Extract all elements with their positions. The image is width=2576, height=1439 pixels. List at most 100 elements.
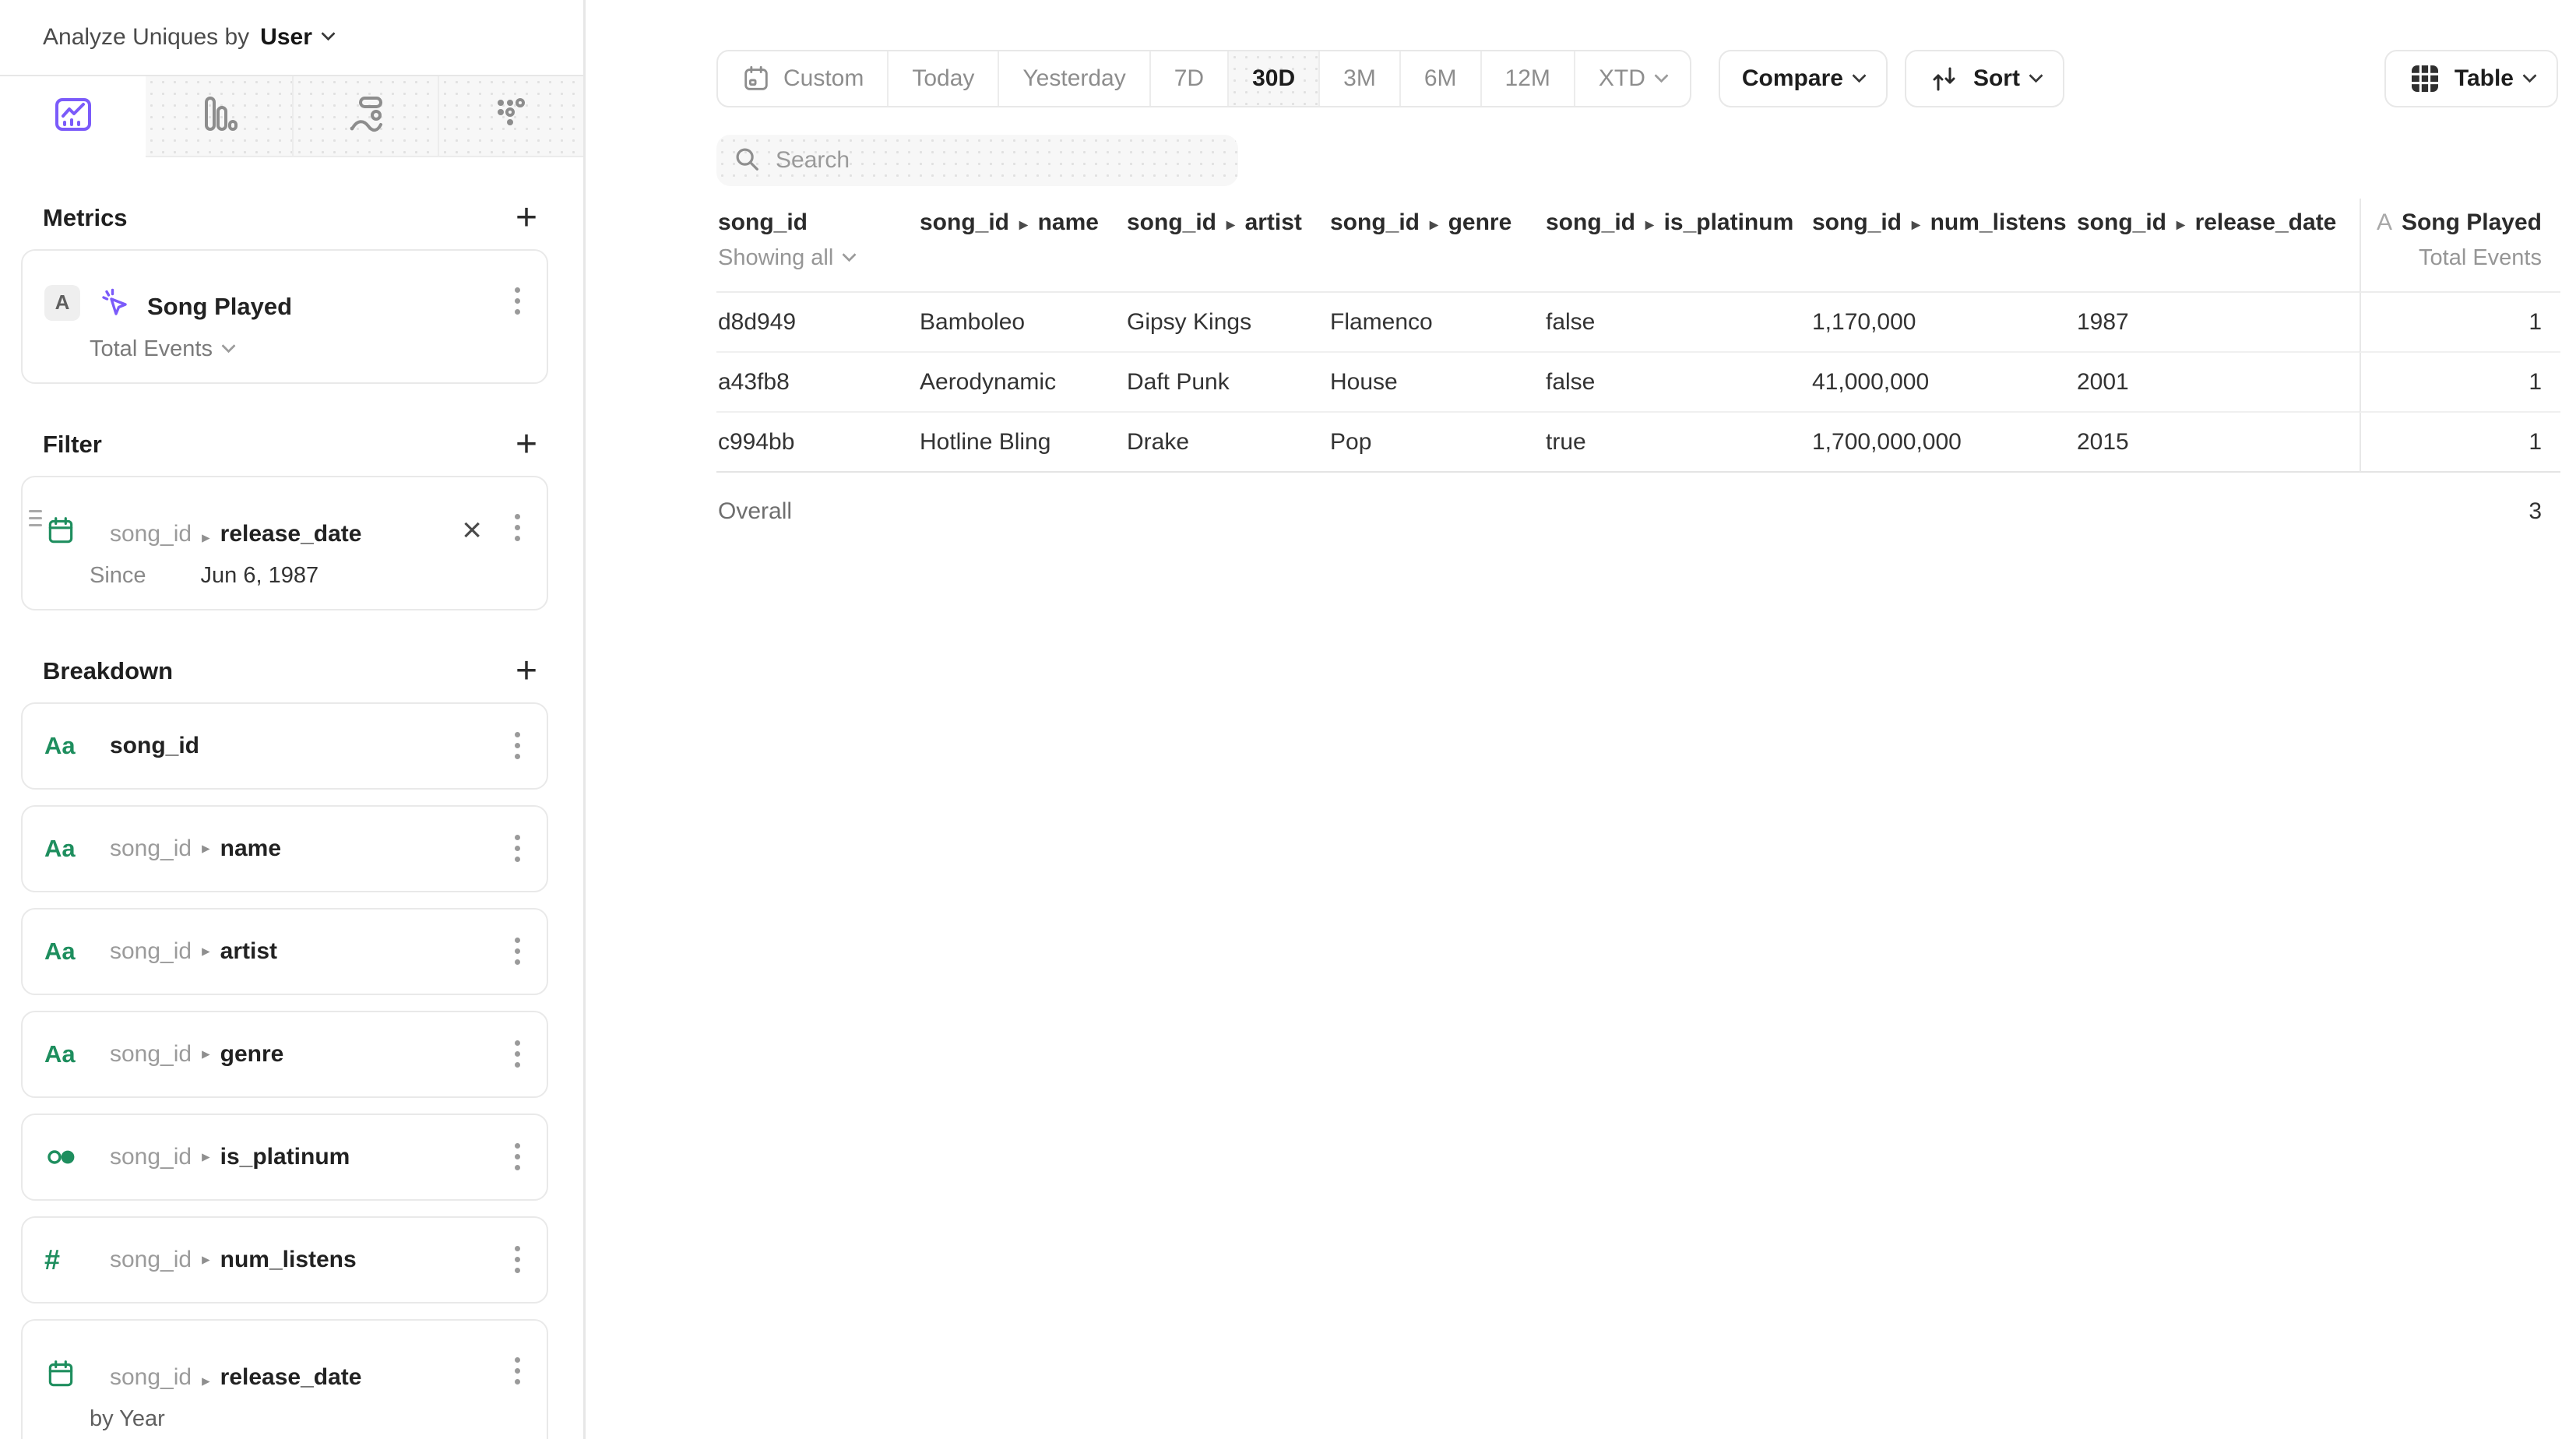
tab-line-chart[interactable] (0, 76, 146, 157)
table-cell[interactable]: Aerodynamic (918, 353, 1125, 413)
metric-value-cell[interactable]: 1 (2360, 293, 2560, 353)
bar-chart-icon (199, 93, 239, 138)
column-header-num-listens[interactable]: song_id▸num_listens (1811, 199, 2075, 293)
calendar-icon (44, 1358, 80, 1391)
metric-card[interactable]: A Song Played Total Events (21, 249, 548, 384)
chevron-down-icon (1852, 69, 1866, 83)
table-cell[interactable]: House (1328, 353, 1544, 413)
filter-card[interactable]: song_id ▸ release_date × Since Jun 6, 19… (21, 476, 548, 610)
table-cell[interactable]: Daft Punk (1125, 353, 1328, 413)
column-header-is-platinum[interactable]: song_id▸is_platinum (1544, 199, 1811, 293)
crumb-arrow-icon: ▸ (202, 941, 210, 961)
breakdown-card[interactable]: Aa song_id ▸ artist (21, 908, 548, 995)
range-custom[interactable]: Custom (718, 51, 887, 106)
filter-kebab-menu[interactable] (509, 508, 526, 547)
breakdown-card[interactable]: # song_id ▸ num_listens (21, 1216, 548, 1304)
table-cell[interactable]: Gipsy Kings (1125, 293, 1328, 353)
table-cell[interactable]: true (1544, 413, 1811, 473)
breakdown-property: release_date (220, 1364, 362, 1391)
range-6m[interactable]: 6M (1399, 51, 1480, 106)
filter-property: release_date (220, 521, 362, 547)
breakdown-card[interactable]: song_id ▸ release_date by Year (21, 1319, 548, 1439)
table-cell[interactable]: Hotline Bling (918, 413, 1125, 473)
overall-value: 3 (2360, 473, 2560, 551)
column-header-metric[interactable]: ASong Played Total Events (2360, 199, 2560, 293)
breakdown-kebab-menu[interactable] (509, 1137, 526, 1177)
breakdown-card[interactable]: Aa song_id ▸ genre (21, 1011, 548, 1098)
string-type-icon: Aa (44, 835, 80, 863)
table-search[interactable] (716, 135, 1238, 186)
view-type-button[interactable]: Table (2384, 50, 2558, 107)
table-cell[interactable]: Bamboleo (918, 293, 1125, 353)
scatter-icon (491, 93, 531, 138)
table-cell[interactable]: 1987 (2075, 293, 2360, 353)
range-xtd[interactable]: XTD (1574, 51, 1690, 106)
filter-parent: song_id (110, 521, 192, 547)
table-cell[interactable]: false (1544, 353, 1811, 413)
add-breakdown-button[interactable]: + (516, 656, 537, 687)
chevron-down-icon (2029, 69, 2043, 83)
range-yesterday[interactable]: Yesterday (998, 51, 1149, 106)
metric-kebab-menu[interactable] (509, 281, 526, 321)
remove-filter-button[interactable]: × (462, 513, 482, 547)
date-range-control: Custom Today Yesterday 7D 30D 3M 6M 12M … (716, 50, 1691, 107)
breakdown-kebab-menu[interactable] (509, 1240, 526, 1279)
showing-all-selector[interactable]: Showing all (718, 245, 910, 271)
table-cell[interactable]: false (1544, 293, 1811, 353)
search-input[interactable] (776, 147, 1223, 174)
metric-badge: A (44, 285, 80, 321)
tab-flow[interactable] (292, 76, 438, 157)
metric-measure-selector[interactable]: Total Events (90, 336, 526, 362)
range-12m[interactable]: 12M (1480, 51, 1574, 106)
add-filter-button[interactable]: + (516, 429, 537, 460)
range-today[interactable]: Today (887, 51, 998, 106)
analyze-by-selector[interactable]: User (260, 24, 333, 51)
table-cell[interactable]: 41,000,000 (1811, 353, 2075, 413)
tab-scatter[interactable] (438, 76, 583, 157)
breakdown-property: is_platinum (220, 1144, 350, 1170)
column-header-name[interactable]: song_id▸name (918, 199, 1125, 293)
range-7d[interactable]: 7D (1149, 51, 1227, 106)
breakdown-card[interactable]: Aa song_id ▸ name (21, 805, 548, 892)
column-header-song-id[interactable]: song_id Showing all (716, 199, 918, 293)
metric-value-cell[interactable]: 1 (2360, 353, 2560, 413)
metric-measure-label: Total Events (90, 336, 213, 362)
breakdown-kebab-menu[interactable] (509, 726, 526, 765)
metrics-title: Metrics (43, 204, 128, 232)
table-cell[interactable]: a43fb8 (716, 353, 918, 413)
filter-section-header: Filter + (21, 429, 548, 460)
table-cell[interactable]: 2015 (2075, 413, 2360, 473)
breakdown-property: num_listens (220, 1247, 357, 1273)
range-3m[interactable]: 3M (1318, 51, 1399, 106)
tab-bar-chart[interactable] (146, 76, 291, 157)
breakdown-bucket[interactable]: by Year (90, 1406, 165, 1432)
breakdown-kebab-menu[interactable] (509, 1034, 526, 1074)
filter-value[interactable]: Jun 6, 1987 (201, 563, 319, 589)
drag-handle[interactable] (29, 510, 42, 526)
breakdown-card[interactable]: song_id ▸ is_platinum (21, 1114, 548, 1201)
sort-button[interactable]: Sort (1905, 50, 2064, 107)
table-cell[interactable]: 1,170,000 (1811, 293, 2075, 353)
column-header-genre[interactable]: song_id▸genre (1328, 199, 1544, 293)
breakdown-title: Breakdown (43, 657, 173, 685)
metric-value-cell[interactable]: 1 (2360, 413, 2560, 473)
table-cell[interactable]: Pop (1328, 413, 1544, 473)
range-30d[interactable]: 30D (1227, 51, 1318, 106)
chevron-down-icon (1654, 69, 1668, 83)
breakdown-kebab-menu[interactable] (509, 829, 526, 868)
table-cell[interactable]: 1,700,000,000 (1811, 413, 2075, 473)
table-cell[interactable]: Flamenco (1328, 293, 1544, 353)
breakdown-card[interactable]: Aa song_id (21, 702, 548, 790)
filter-operator[interactable]: Since (90, 563, 146, 589)
column-header-artist[interactable]: song_id▸artist (1125, 199, 1328, 293)
chevron-down-icon (321, 27, 335, 41)
add-metric-button[interactable]: + (516, 202, 537, 234)
breakdown-kebab-menu[interactable] (509, 931, 526, 971)
column-header-release-date[interactable]: song_id▸release_date (2075, 199, 2360, 293)
table-cell[interactable]: d8d949 (716, 293, 918, 353)
breakdown-kebab-menu[interactable] (509, 1351, 526, 1391)
table-cell[interactable]: c994bb (716, 413, 918, 473)
table-cell[interactable]: Drake (1125, 413, 1328, 473)
table-cell[interactable]: 2001 (2075, 353, 2360, 413)
compare-button[interactable]: Compare (1719, 50, 1888, 107)
